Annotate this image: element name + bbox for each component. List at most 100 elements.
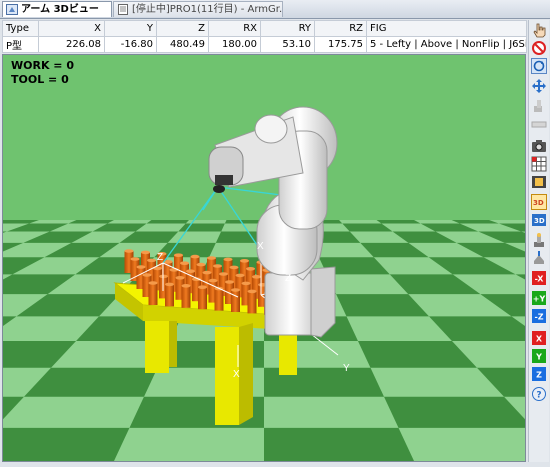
cell-ry[interactable]: 53.10 [260, 36, 315, 53]
help-icon: ? [536, 391, 541, 401]
column-header-ry: RY [260, 20, 315, 37]
peg-top [219, 272, 228, 276]
arm-icon[interactable] [531, 232, 547, 248]
cell-type[interactable]: P型 [2, 36, 39, 53]
tab-arm-3d-view[interactable]: アーム 3Dビュー [2, 1, 112, 17]
arm-3d-view-icon [6, 4, 18, 15]
cell-z[interactable]: 480.49 [156, 36, 209, 53]
column-header-rz: RZ [314, 20, 367, 37]
peg-top [207, 256, 216, 260]
minus-x-button[interactable]: -X [531, 270, 547, 286]
column-header-y: Y [104, 20, 157, 37]
no-entry-icon[interactable] [531, 40, 547, 56]
film-icon[interactable] [531, 174, 547, 190]
floor-tile [264, 427, 414, 461]
peg-top [181, 284, 191, 288]
pan-view-icon[interactable] [531, 78, 547, 94]
minus-z-icon: -Z [534, 313, 543, 322]
y-axis-icon: Y [535, 353, 542, 362]
floor-tile [146, 220, 189, 224]
cell-rz[interactable]: 175.75 [314, 36, 367, 53]
document-icon [118, 4, 128, 15]
peg-top [141, 250, 150, 255]
robot-disabled-icon[interactable] [531, 98, 547, 114]
z-axis-icon: Z [536, 371, 542, 380]
ruler-disabled-icon[interactable] [531, 116, 547, 132]
grid-icon[interactable] [531, 156, 547, 172]
column-header-fig: FIG [366, 20, 527, 37]
rotate-view-icon[interactable] [531, 58, 547, 74]
peg-top [198, 285, 207, 289]
arm-3d-viewport[interactable]: Z Z X Y X WORK = 0 TOOL = 0 [2, 54, 526, 462]
peg [214, 288, 224, 311]
peg-top [175, 276, 185, 280]
tab-bar: アーム 3Dビュー [停止中]PRO1(11行目) - ArmGr... [0, 0, 550, 19]
floor-tile [3, 427, 130, 461]
cube-3d-icon[interactable]: 3D [531, 194, 547, 210]
y-axis-button[interactable]: Y [531, 348, 547, 364]
cell-x[interactable]: 226.08 [38, 36, 105, 53]
peg-top [142, 273, 152, 277]
peg [247, 291, 257, 314]
plus-x-icon: X [536, 335, 543, 344]
grid-header-row: Type X Y Z RX RY RZ FIG [2, 20, 527, 37]
peg [165, 284, 174, 307]
column-header-z: Z [156, 20, 209, 37]
axis-label-x-robot: X [257, 241, 264, 252]
plus-x-button[interactable]: X [531, 330, 547, 346]
cell-fig[interactable]: 5 - Lefty | Above | NonFlip | J6Single [366, 36, 527, 53]
peg-top [174, 253, 183, 257]
peg-top [148, 281, 158, 285]
peg [181, 285, 191, 308]
peg-top [186, 269, 195, 273]
cell-y[interactable]: -16.80 [104, 36, 157, 53]
floor-tile [178, 223, 225, 232]
plus-y-button[interactable]: +Y [531, 290, 547, 306]
axis-label-y-robot: Y [343, 363, 350, 374]
minus-x-icon: -X [535, 275, 545, 284]
help-button[interactable]: ? [531, 386, 547, 402]
peg [231, 290, 240, 312]
hand-pointer-icon[interactable] [531, 22, 547, 38]
peg-top [130, 257, 140, 261]
cell-rx[interactable]: 180.00 [208, 36, 261, 53]
tab-program-pro1[interactable]: [停止中]PRO1(11行目) - ArmGr... [113, 1, 283, 17]
peg-top [235, 273, 245, 278]
table-row[interactable]: P型 226.08 -16.80 480.49 180.00 53.10 175… [2, 36, 527, 53]
scene-3d[interactable]: Z Z X Y X [3, 55, 525, 461]
position-grid: Type X Y Z RX RY RZ FIG P型 226.08 -16.80… [2, 20, 527, 53]
peg-top [231, 288, 240, 292]
arm-down-icon[interactable] [531, 250, 547, 266]
svg-text:3D: 3D [533, 199, 544, 207]
peg-top [246, 267, 255, 271]
view-toolbar: 3D 3D -X +Y -Z X Y Z ? [528, 20, 549, 462]
minus-z-button[interactable]: -Z [531, 308, 547, 324]
peg-top [180, 261, 189, 265]
floor-tile [376, 220, 421, 224]
floor-tile [384, 396, 525, 428]
tab-label: アーム 3Dビュー [21, 4, 99, 15]
z-axis-button[interactable]: Z [531, 366, 547, 382]
peg [148, 283, 158, 305]
peg-top [196, 262, 206, 267]
tab-label: [停止中]PRO1(11行目) - ArmGr... [132, 4, 283, 15]
column-header-type: Type [2, 20, 39, 37]
view-3d-icon[interactable]: 3D [531, 212, 547, 228]
peg-top [229, 265, 239, 270]
peg-top [124, 249, 134, 253]
peg-top [241, 281, 251, 286]
peg-top [208, 278, 218, 283]
peg-top [223, 257, 233, 262]
peg-top [213, 264, 222, 268]
peg-top [147, 258, 156, 263]
camera-icon[interactable] [531, 138, 547, 154]
peg-top [252, 275, 261, 279]
plus-y-icon: +Y [533, 295, 546, 304]
column-header-x: X [38, 20, 105, 37]
peg-top [247, 289, 257, 294]
peg-top [202, 270, 212, 275]
peg [198, 287, 207, 310]
peg-top [190, 254, 200, 259]
peg-top [225, 280, 234, 284]
svg-text:3D: 3D [534, 217, 545, 225]
